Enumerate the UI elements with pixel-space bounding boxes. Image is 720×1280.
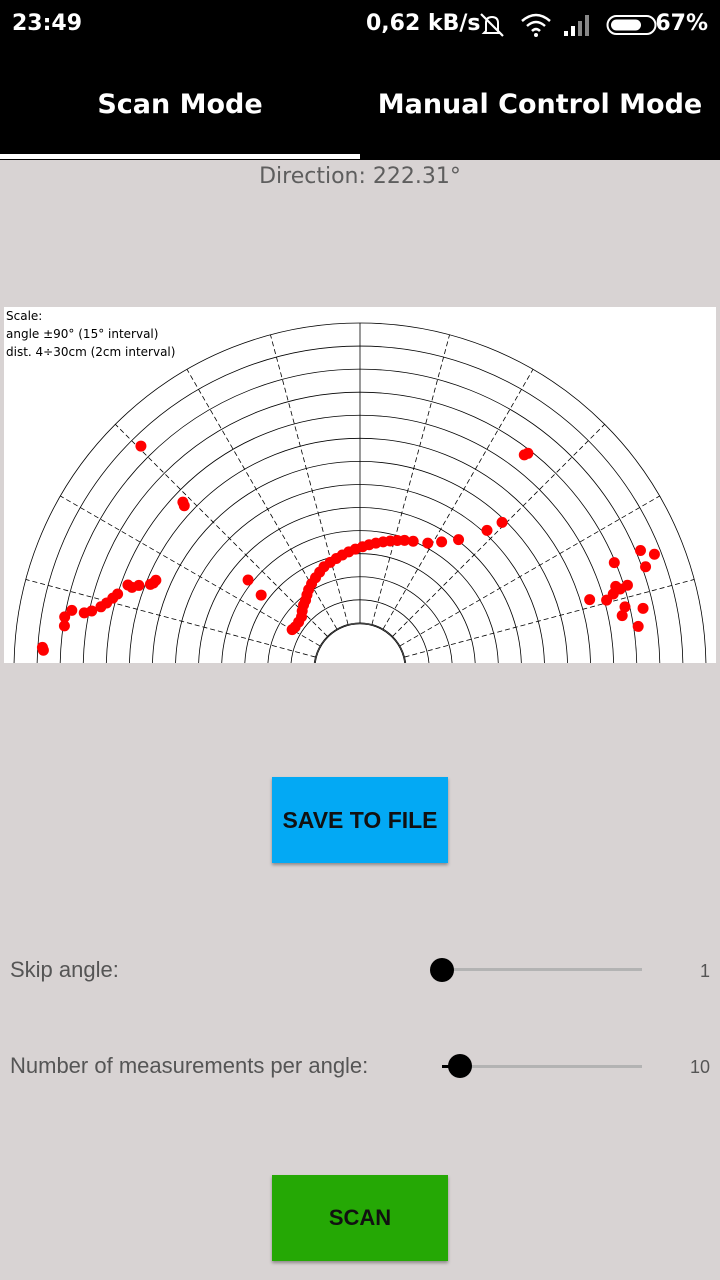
scan-point <box>178 500 190 512</box>
skip-angle-label: Skip angle: <box>10 957 119 982</box>
scan-point <box>407 535 419 547</box>
battery-icon <box>606 15 657 35</box>
status-bar: 23:49 0,62 kB/s 67% <box>0 0 720 52</box>
angle-ray <box>404 579 695 658</box>
scale-angle: angle ±90° (15° interval) <box>6 327 159 341</box>
mute-icon <box>480 13 504 37</box>
scan-point <box>634 545 646 557</box>
scan-point <box>36 641 48 653</box>
scan-point <box>522 447 534 459</box>
scan-point <box>133 579 145 591</box>
tab-scan-mode[interactable]: Scan Mode <box>0 52 360 160</box>
scan-point <box>135 440 147 452</box>
measurements-label: Number of measurements per angle: <box>10 1053 369 1078</box>
wifi-icon <box>521 13 551 37</box>
scan-point <box>637 602 649 614</box>
scan-point <box>255 589 267 601</box>
scan-point <box>584 594 596 606</box>
scan-point <box>436 536 448 548</box>
scan-point <box>66 604 78 616</box>
network-speed: 0,62 kB/s <box>366 11 481 36</box>
scan-point <box>616 610 628 622</box>
mode-tabs: Scan Mode Manual Control Mode <box>0 52 720 160</box>
angle-ray <box>371 334 450 625</box>
scan-plot: Scale: angle ±90° (15° interval) dist. 4÷3… <box>4 307 716 663</box>
skip-angle-slider-thumb[interactable] <box>430 958 454 982</box>
scan-point <box>112 588 124 600</box>
measurements-value: 10 <box>689 1057 710 1077</box>
tab-manual-control-mode[interactable]: Manual Control Mode <box>360 52 720 160</box>
direction-readout: Direction: 222.31° <box>259 164 461 189</box>
scan-point <box>648 548 660 560</box>
scan-point <box>481 524 493 536</box>
scale-distance: dist. 4÷30cm (2cm interval) <box>6 345 176 359</box>
selected-tab-indicator <box>0 154 360 159</box>
scan-point <box>640 561 652 573</box>
scale-title: Scale: <box>6 309 43 323</box>
scan-point <box>242 574 254 586</box>
scan-point <box>601 594 613 606</box>
measurements-slider-thumb[interactable] <box>448 1054 472 1078</box>
scan-point <box>632 620 644 632</box>
scan-point <box>496 516 508 528</box>
measurements-slider-track[interactable] <box>442 1065 642 1068</box>
battery-percent: 67% <box>655 11 708 36</box>
scan-point <box>453 534 465 546</box>
scan-point <box>422 537 434 549</box>
scan-point <box>608 557 620 569</box>
save-to-file-button[interactable]: SAVE TO FILE <box>272 777 448 863</box>
scan-point <box>150 574 162 586</box>
signal-icon <box>564 15 589 36</box>
status-time: 23:49 <box>12 11 83 36</box>
scale-legend: Scale: angle ±90° (15° interval) dist. 4÷3… <box>6 307 175 361</box>
min-range-disc <box>314 623 406 663</box>
scan-button[interactable]: SCAN <box>272 1175 448 1261</box>
skip-angle-value: 1 <box>699 961 710 981</box>
skip-angle-slider-track[interactable] <box>442 968 642 971</box>
